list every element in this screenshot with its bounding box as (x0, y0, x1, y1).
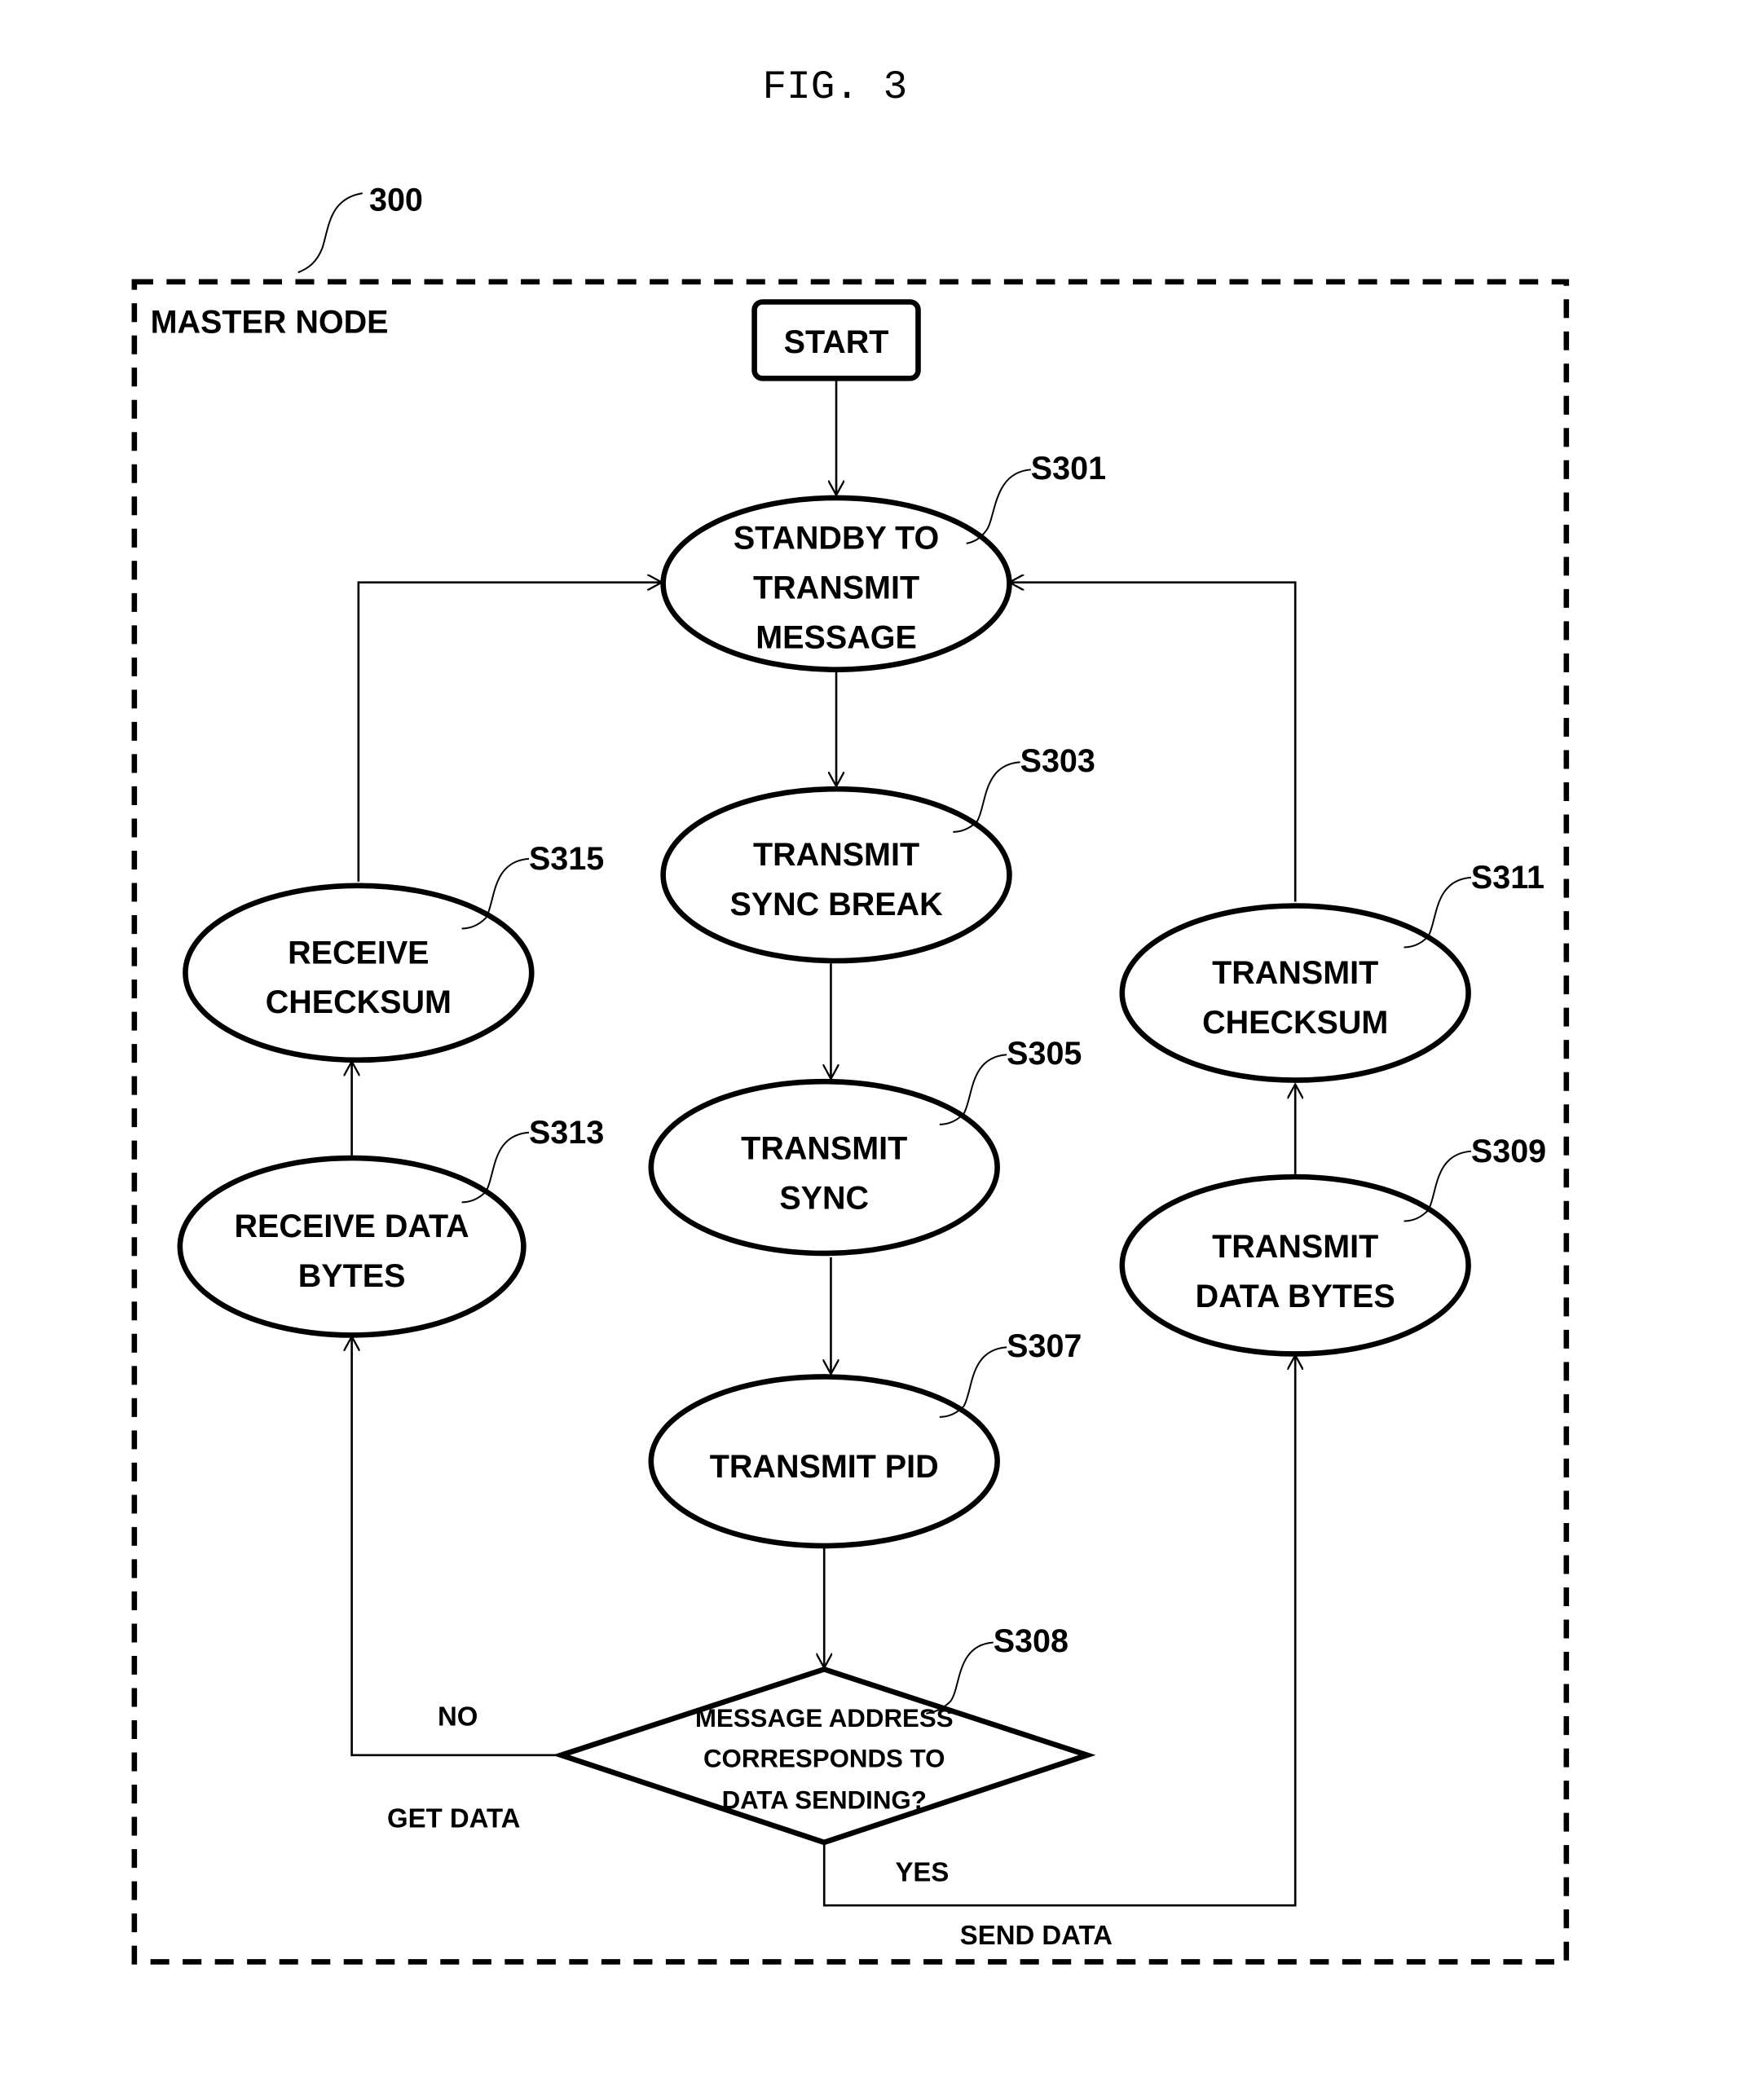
step-s313[interactable]: RECEIVE DATA BYTES (177, 1155, 527, 1338)
s315-line-1: RECEIVE (288, 935, 429, 971)
s305-ellipse (648, 1078, 1000, 1257)
s308-line-1: MESSAGE ADDRESS (695, 1704, 954, 1732)
s311-line-1: TRANSMIT (1212, 955, 1378, 991)
start-label: START (784, 324, 889, 360)
s308-leader-line (926, 1641, 994, 1715)
start-node[interactable]: START (751, 299, 921, 381)
step-s309[interactable]: TRANSMIT DATA BYTES (1119, 1173, 1471, 1357)
s313-ellipse (177, 1155, 527, 1338)
edge-s308-no-to-s313 (352, 1336, 562, 1757)
get-data-label: GET DATA (387, 1803, 520, 1834)
s315-ellipse (183, 883, 535, 1063)
yes-label: YES (895, 1857, 949, 1887)
s303-ellipse (660, 786, 1012, 964)
s303-id: S303 (1020, 743, 1095, 779)
s301-id: S301 (1031, 451, 1106, 486)
s301-line-1: STANDBY TO (734, 520, 939, 556)
s303-line-2: SYNC BREAK (729, 887, 943, 922)
s305-line-1: TRANSMIT (741, 1131, 907, 1167)
s313-line-2: BYTES (298, 1258, 406, 1294)
reference-leader-line (297, 192, 363, 274)
decision-s308[interactable]: MESSAGE ADDRESS CORRESPONDS TO DATA SEND… (552, 1666, 1096, 1846)
s307-id: S307 (1007, 1328, 1082, 1364)
s301-line-3: MESSAGE (756, 619, 917, 655)
step-s315[interactable]: RECEIVE CHECKSUM (183, 883, 535, 1063)
figure-title: FIG. 3 (763, 64, 908, 110)
step-s307[interactable]: TRANSMIT PID (648, 1374, 1000, 1549)
s309-line-2: DATA BYTES (1196, 1279, 1395, 1314)
s315-line-2: CHECKSUM (266, 984, 452, 1020)
s311-id: S311 (1471, 860, 1545, 896)
s313-line-1: RECEIVE DATA (234, 1208, 469, 1244)
s303-line-1: TRANSMIT (753, 837, 919, 873)
flowchart-figure: FIG. 3 300 MASTER NODE START STANDBY TO … (131, 64, 1570, 1965)
s301-line-2: TRANSMIT (753, 570, 919, 605)
step-s311[interactable]: TRANSMIT CHECKSUM (1119, 903, 1471, 1083)
s311-line-2: CHECKSUM (1202, 1005, 1388, 1041)
s309-ellipse (1119, 1173, 1471, 1357)
edge-s315-to-s301 (357, 583, 662, 882)
s313-id: S313 (529, 1115, 604, 1151)
send-data-label: SEND DATA (960, 1920, 1113, 1950)
s309-line-1: TRANSMIT (1212, 1229, 1378, 1265)
master-node-label: MASTER NODE (151, 304, 389, 340)
step-s305[interactable]: TRANSMIT SYNC (648, 1078, 1000, 1257)
s311-ellipse (1119, 903, 1471, 1083)
s305-line-2: SYNC (779, 1181, 869, 1217)
edge-s311-to-s301 (1009, 583, 1297, 902)
no-label: NO (438, 1702, 478, 1732)
s308-line-3: DATA SENDING? (722, 1786, 927, 1815)
step-s301[interactable]: STANDBY TO TRANSMIT MESSAGE (660, 495, 1012, 672)
s305-id: S305 (1007, 1036, 1082, 1072)
step-s303[interactable]: TRANSMIT SYNC BREAK (660, 786, 1012, 964)
s315-id: S315 (529, 841, 604, 877)
s307-line-1: TRANSMIT PID (710, 1449, 939, 1485)
reference-number: 300 (369, 183, 423, 218)
s309-id: S309 (1471, 1134, 1546, 1169)
s308-id: S308 (994, 1623, 1069, 1659)
s308-line-2: CORRESPONDS TO (703, 1745, 945, 1773)
